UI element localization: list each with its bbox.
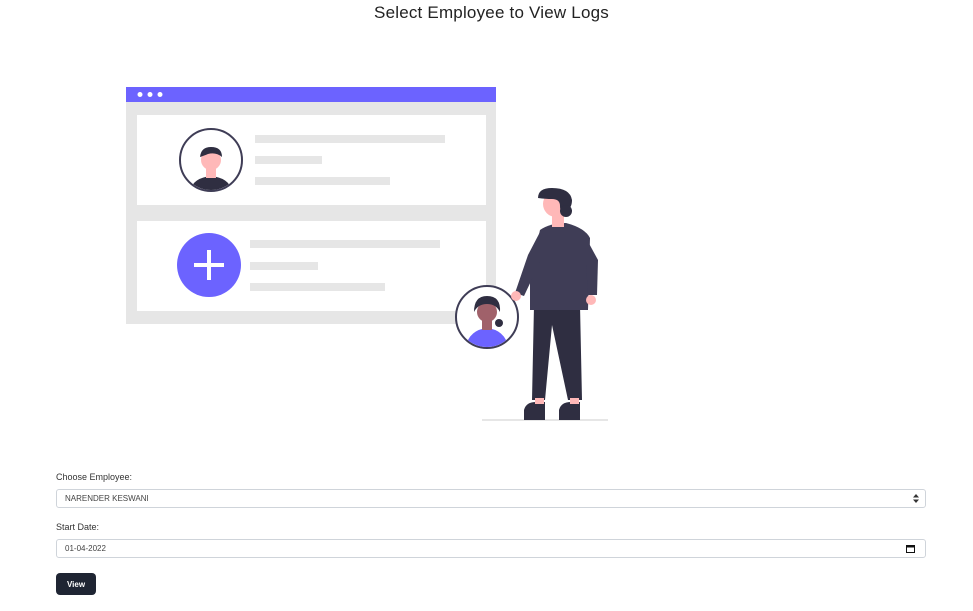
employee-logs-illustration xyxy=(126,87,608,421)
page: Select Employee to View Logs Choose Empl… xyxy=(0,0,973,611)
person-arm-right xyxy=(586,238,598,295)
employee-select[interactable]: NARENDER KESWANI xyxy=(56,489,926,508)
text-line xyxy=(250,240,440,248)
page-title: Select Employee to View Logs xyxy=(374,3,609,22)
plus-horizontal xyxy=(194,263,224,267)
calendar-icon[interactable] xyxy=(906,545,915,553)
person-legs xyxy=(532,305,582,400)
person-shoe-left xyxy=(524,402,545,420)
window-dot-3 xyxy=(157,92,163,97)
employee-label: Choose Employee: xyxy=(56,472,133,482)
employee-select-value: NARENDER KESWANI xyxy=(65,494,149,503)
text-line xyxy=(250,262,318,270)
text-line xyxy=(255,177,390,185)
person-shoe-right xyxy=(559,402,580,420)
sort-arrows-icon xyxy=(913,494,919,503)
window-dot-1 xyxy=(137,92,143,97)
text-line xyxy=(255,156,322,164)
start-date-label: Start Date: xyxy=(56,522,100,532)
start-date-value: 01-04-2022 xyxy=(65,544,106,553)
text-line xyxy=(250,283,385,291)
window-dot-2 xyxy=(147,92,153,97)
window-titlebar xyxy=(126,87,496,102)
start-date-input[interactable]: 01-04-2022 xyxy=(56,539,926,558)
text-line xyxy=(255,135,445,143)
view-button[interactable]: View xyxy=(56,573,96,595)
